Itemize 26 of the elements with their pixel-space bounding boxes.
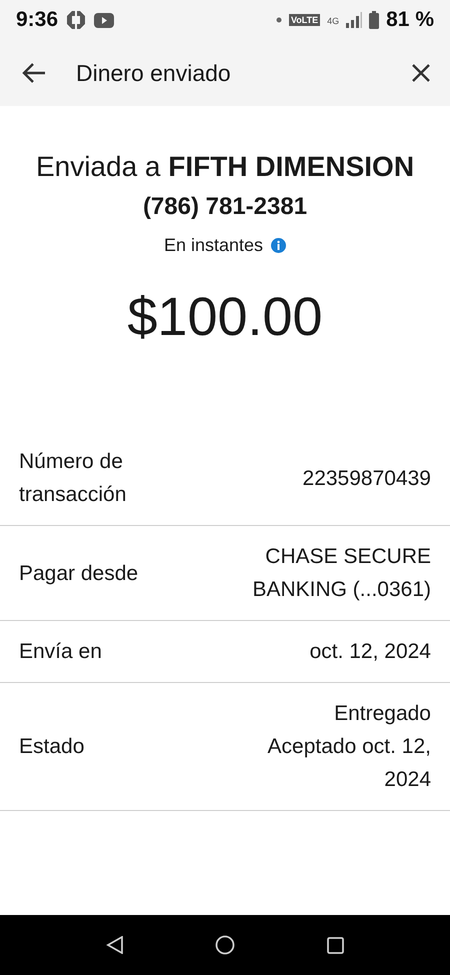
battery-icon — [369, 11, 380, 29]
phone-number: (786) 781-2381 — [142, 193, 308, 221]
play-icon — [94, 12, 114, 28]
detail-value: Entregado — [334, 701, 431, 727]
battery-percentage: 81 % — [386, 8, 434, 32]
signal-icon — [346, 12, 362, 28]
dot-icon — [276, 17, 282, 23]
info-icon[interactable] — [271, 238, 286, 253]
detail-value: oct. 12, 2024 — [310, 639, 431, 665]
detail-label: Estado — [19, 734, 84, 760]
detail-value: Aceptado oct. 12, 2024 — [266, 734, 431, 793]
detail-label: Envía en — [19, 639, 102, 665]
back-button[interactable] — [22, 62, 46, 84]
detail-label: Número de transacción — [19, 449, 128, 508]
clock: 9:36 — [16, 8, 58, 32]
detail-value: 22359870439 — [302, 466, 431, 492]
volte-indicator: VoLTE — [288, 14, 320, 26]
amount: $100.00 — [127, 286, 323, 348]
screen-title: Dinero enviado — [76, 60, 231, 86]
network-indicator: 4G — [327, 16, 340, 26]
octagon-logo-icon — [67, 11, 86, 29]
detail-value: CHASE SECURE BANKING (...0361) — [251, 544, 431, 603]
recipient-heading: Enviada a FIFTH DIMENSION — [36, 151, 414, 183]
detail-label: Pagar desde — [19, 560, 138, 586]
delivery-speed: En instantes — [164, 235, 264, 256]
close-button[interactable] — [412, 64, 430, 82]
